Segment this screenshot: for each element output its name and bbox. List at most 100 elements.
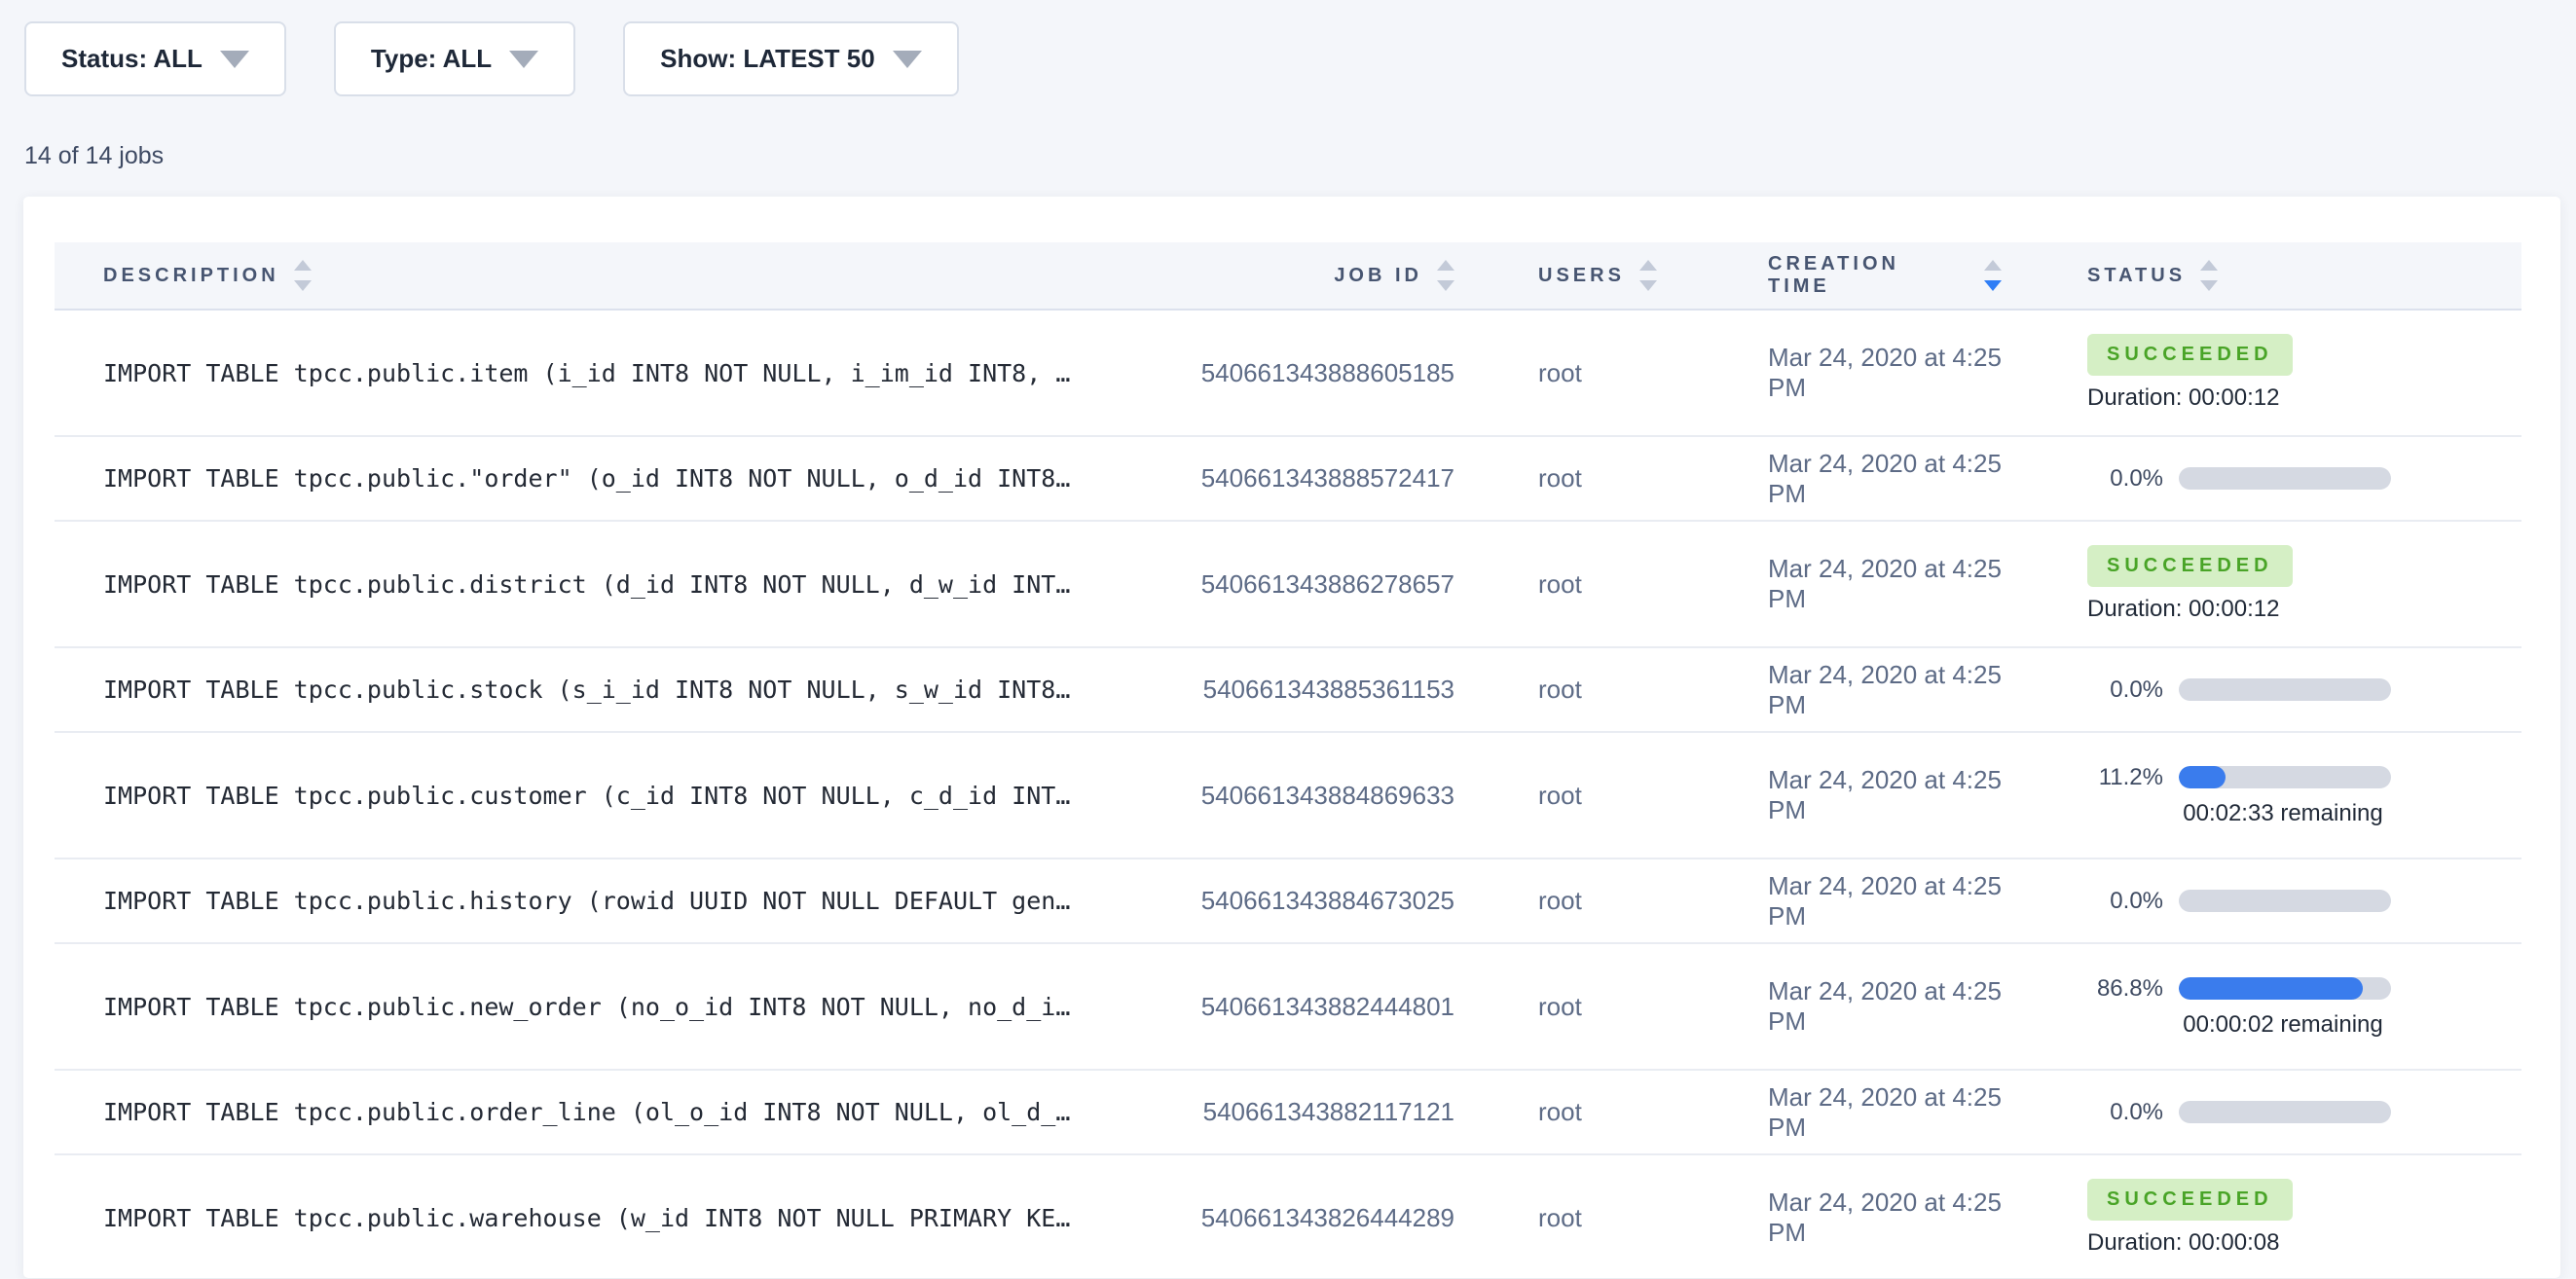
job-status-cell: SUCCEEDEDDuration: 00:00:08 bbox=[2002, 1154, 2521, 1278]
progress-percent: 0.0% bbox=[2087, 465, 2163, 493]
progress-bar bbox=[2179, 467, 2391, 490]
job-description[interactable]: IMPORT TABLE tpcc.public.new_order (no_o… bbox=[55, 943, 1174, 1070]
job-user: root bbox=[1456, 943, 1680, 1070]
table-row[interactable]: IMPORT TABLE tpcc.public.warehouse (w_id… bbox=[55, 1154, 2521, 1278]
progress-bar bbox=[2179, 890, 2391, 912]
job-description[interactable]: IMPORT TABLE tpcc.public."order" (o_id I… bbox=[55, 436, 1174, 521]
job-id: 540661343888572417 bbox=[1174, 436, 1456, 521]
show-filter-label: Show: LATEST 50 bbox=[660, 44, 875, 74]
column-header-description[interactable]: DESCRIPTION bbox=[55, 242, 1174, 310]
job-status-cell: SUCCEEDEDDuration: 00:00:12 bbox=[2002, 310, 2521, 436]
sort-arrows-icon bbox=[294, 260, 312, 291]
job-id: 540661343826444289 bbox=[1174, 1154, 1456, 1278]
progress-percent: 0.0% bbox=[2087, 888, 2163, 915]
status-time-remaining: 00:02:33 remaining bbox=[2156, 800, 2410, 827]
status-duration: Duration: 00:00:12 bbox=[2087, 384, 2521, 412]
progress-bar bbox=[2179, 1101, 2391, 1123]
job-id: 540661343884869633 bbox=[1174, 732, 1456, 859]
progress-bar-fill bbox=[2179, 977, 2363, 1000]
job-status-cell: 11.2% 00:02:33 remaining bbox=[2002, 732, 2521, 859]
job-user: root bbox=[1456, 647, 1680, 732]
jobs-count-summary: 14 of 14 jobs bbox=[24, 142, 2576, 170]
show-filter-dropdown[interactable]: Show: LATEST 50 bbox=[623, 21, 959, 96]
job-id: 540661343888605185 bbox=[1174, 310, 1456, 436]
sort-arrows-icon bbox=[1639, 260, 1657, 291]
column-label: STATUS bbox=[2087, 265, 2186, 287]
table-row[interactable]: IMPORT TABLE tpcc.public.order_line (ol_… bbox=[55, 1070, 2521, 1154]
job-description[interactable]: IMPORT TABLE tpcc.public.district (d_id … bbox=[55, 521, 1174, 647]
table-row[interactable]: IMPORT TABLE tpcc.public.district (d_id … bbox=[55, 521, 2521, 647]
job-creation-time: Mar 24, 2020 at 4:25 PM bbox=[1680, 859, 2002, 943]
progress-indicator: 0.0% bbox=[2087, 676, 2521, 704]
job-id: 540661343884673025 bbox=[1174, 859, 1456, 943]
status-badge: SUCCEEDED bbox=[2087, 545, 2293, 587]
job-creation-time: Mar 24, 2020 at 4:25 PM bbox=[1680, 943, 2002, 1070]
job-description[interactable]: IMPORT TABLE tpcc.public.item (i_id INT8… bbox=[55, 310, 1174, 436]
status-filter-label: Status: ALL bbox=[61, 44, 202, 74]
progress-percent: 86.8% bbox=[2087, 975, 2163, 1003]
job-creation-time: Mar 24, 2020 at 4:25 PM bbox=[1680, 521, 2002, 647]
progress-bar-fill bbox=[2179, 766, 2226, 788]
chevron-down-icon bbox=[220, 51, 249, 68]
table-row[interactable]: IMPORT TABLE tpcc.public.item (i_id INT8… bbox=[55, 310, 2521, 436]
job-description[interactable]: IMPORT TABLE tpcc.public.history (rowid … bbox=[55, 859, 1174, 943]
job-user: root bbox=[1456, 1154, 1680, 1278]
job-status-cell: 0.0% bbox=[2002, 859, 2521, 943]
job-user: root bbox=[1456, 732, 1680, 859]
progress-bar bbox=[2179, 977, 2391, 1000]
progress-percent: 0.0% bbox=[2087, 1099, 2163, 1126]
column-header-users[interactable]: USERS bbox=[1456, 242, 1680, 310]
column-label: JOB ID bbox=[1334, 265, 1422, 287]
job-user: root bbox=[1456, 859, 1680, 943]
job-user: root bbox=[1456, 436, 1680, 521]
filter-bar: Status: ALL Type: ALL Show: LATEST 50 bbox=[0, 0, 2576, 96]
table-row[interactable]: IMPORT TABLE tpcc.public.customer (c_id … bbox=[55, 732, 2521, 859]
job-status-cell: 86.8%00:00:02 remaining bbox=[2002, 943, 2521, 1070]
column-header-creation-time[interactable]: CREATION TIME bbox=[1680, 242, 2002, 310]
chevron-down-icon bbox=[509, 51, 538, 68]
sort-arrows-icon bbox=[2200, 260, 2218, 291]
status-filter-dropdown[interactable]: Status: ALL bbox=[24, 21, 286, 96]
sort-arrows-icon bbox=[1437, 260, 1454, 291]
progress-indicator: 0.0% bbox=[2087, 1099, 2521, 1126]
column-label: USERS bbox=[1538, 265, 1625, 287]
column-header-status[interactable]: STATUS bbox=[2002, 242, 2521, 310]
jobs-table-card: DESCRIPTION JOB ID USERS bbox=[23, 197, 2560, 1278]
jobs-table-body: IMPORT TABLE tpcc.public.item (i_id INT8… bbox=[55, 310, 2521, 1278]
chevron-down-icon bbox=[893, 51, 922, 68]
type-filter-label: Type: ALL bbox=[371, 44, 492, 74]
job-creation-time: Mar 24, 2020 at 4:25 PM bbox=[1680, 310, 2002, 436]
job-user: root bbox=[1456, 310, 1680, 436]
progress-indicator: 0.0% bbox=[2087, 465, 2521, 493]
progress-indicator: 11.2% bbox=[2087, 764, 2521, 791]
job-user: root bbox=[1456, 521, 1680, 647]
table-row[interactable]: IMPORT TABLE tpcc.public.new_order (no_o… bbox=[55, 943, 2521, 1070]
job-creation-time: Mar 24, 2020 at 4:25 PM bbox=[1680, 1154, 2002, 1278]
table-row[interactable]: IMPORT TABLE tpcc.public.stock (s_i_id I… bbox=[55, 647, 2521, 732]
job-description[interactable]: IMPORT TABLE tpcc.public.order_line (ol_… bbox=[55, 1070, 1174, 1154]
type-filter-dropdown[interactable]: Type: ALL bbox=[334, 21, 575, 96]
job-status-cell: 0.0% bbox=[2002, 647, 2521, 732]
job-description[interactable]: IMPORT TABLE tpcc.public.customer (c_id … bbox=[55, 732, 1174, 859]
status-duration: Duration: 00:00:12 bbox=[2087, 596, 2521, 623]
sort-arrows-icon bbox=[1984, 260, 2002, 291]
progress-percent: 0.0% bbox=[2087, 676, 2163, 704]
progress-indicator: 0.0% bbox=[2087, 888, 2521, 915]
job-creation-time: Mar 24, 2020 at 4:25 PM bbox=[1680, 732, 2002, 859]
job-description[interactable]: IMPORT TABLE tpcc.public.warehouse (w_id… bbox=[55, 1154, 1174, 1278]
progress-percent: 11.2% bbox=[2087, 764, 2163, 791]
job-status-cell: SUCCEEDED Duration: 00:00:12 bbox=[2002, 521, 2521, 647]
table-row[interactable]: IMPORT TABLE tpcc.public.history (rowid … bbox=[55, 859, 2521, 943]
job-id: 540661343886278657 bbox=[1174, 521, 1456, 647]
column-header-job-id[interactable]: JOB ID bbox=[1174, 242, 1456, 310]
job-description[interactable]: IMPORT TABLE tpcc.public.stock (s_i_id I… bbox=[55, 647, 1174, 732]
status-badge: SUCCEEDED bbox=[2087, 1179, 2293, 1221]
job-id: 540661343885361153 bbox=[1174, 647, 1456, 732]
job-creation-time: Mar 24, 2020 at 4:25 PM bbox=[1680, 647, 2002, 732]
progress-bar bbox=[2179, 678, 2391, 701]
job-user: root bbox=[1456, 1070, 1680, 1154]
job-creation-time: Mar 24, 2020 at 4:25 PM bbox=[1680, 1070, 2002, 1154]
job-id: 540661343882444801 bbox=[1174, 943, 1456, 1070]
table-row[interactable]: IMPORT TABLE tpcc.public."order" (o_id I… bbox=[55, 436, 2521, 521]
job-status-cell: 0.0% bbox=[2002, 436, 2521, 521]
